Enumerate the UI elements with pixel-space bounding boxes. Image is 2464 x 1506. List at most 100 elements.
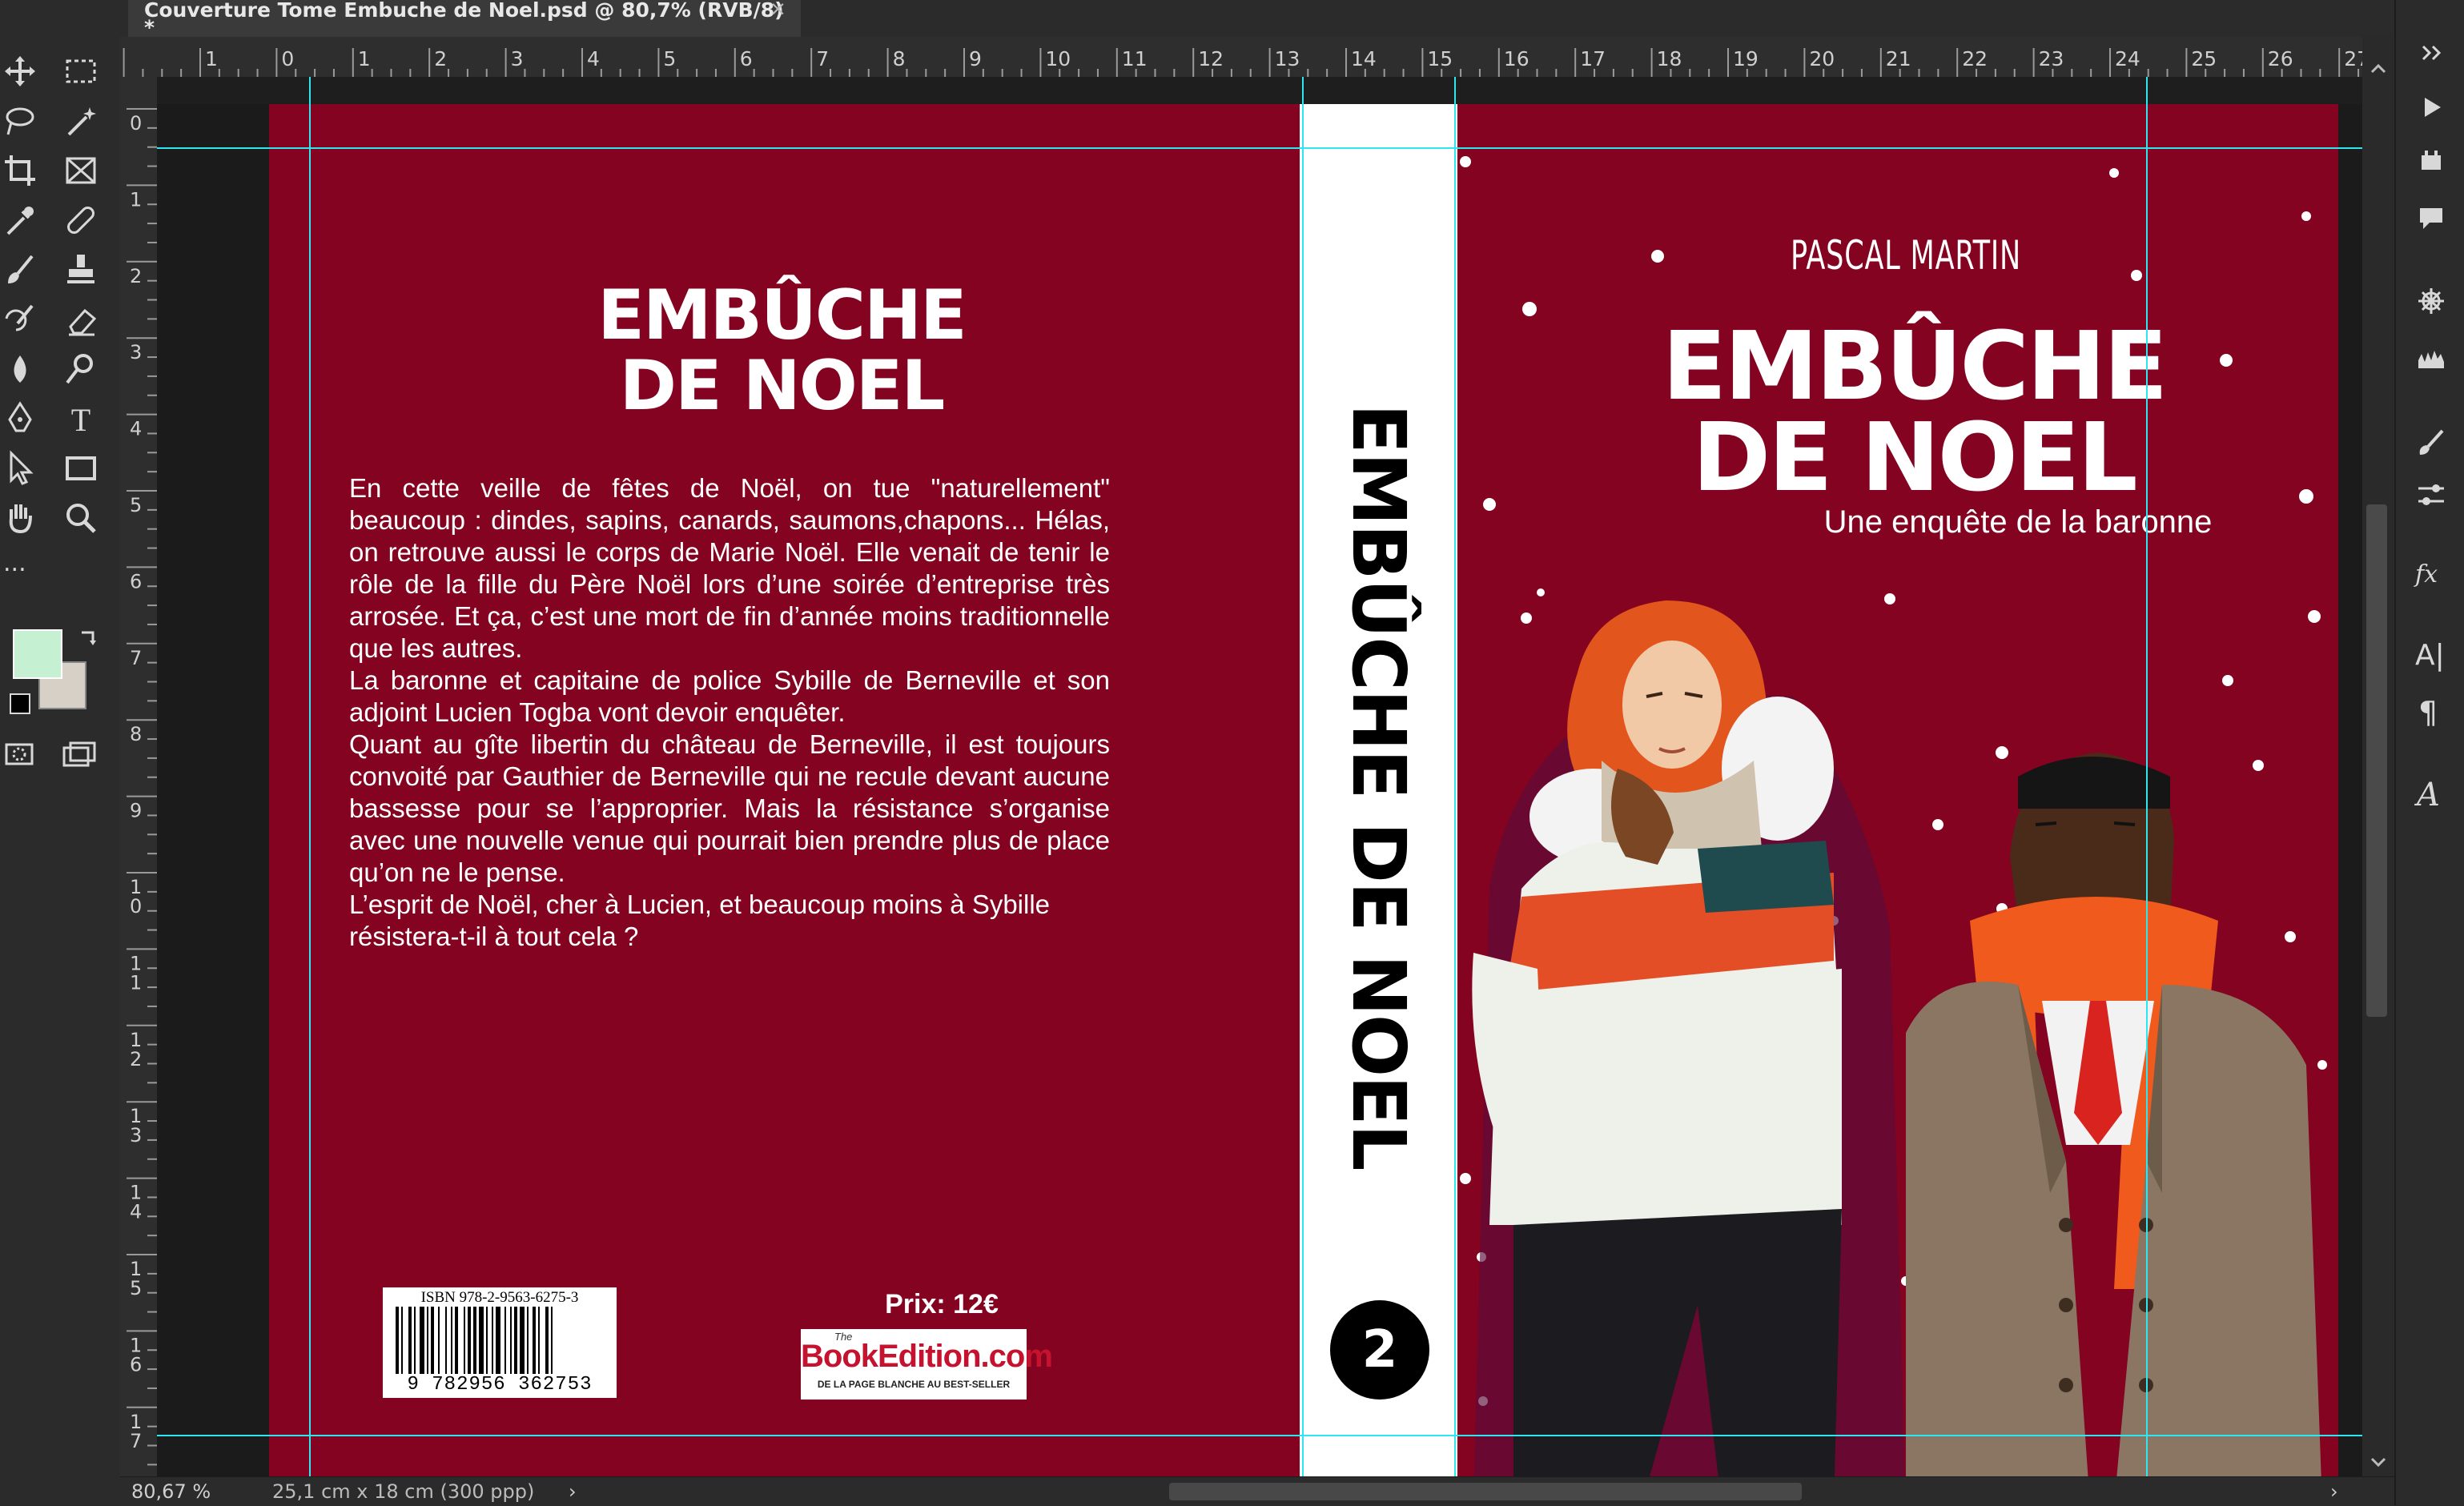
ruler-label: 2 bbox=[130, 1048, 142, 1070]
ruler-label: 1 bbox=[205, 47, 218, 70]
adjustments-icon[interactable] bbox=[2415, 479, 2447, 514]
zoom-level-field[interactable]: 80,67 % bbox=[131, 1477, 211, 1506]
lasso-tool-icon[interactable] bbox=[0, 101, 40, 141]
document-size-info[interactable]: 25,1 cm x 18 cm (300 ppp) bbox=[272, 1477, 534, 1506]
quick-mask-icon[interactable] bbox=[0, 738, 40, 773]
document-tab-title: Couverture Tome Embuche de Noel.psd @ 80… bbox=[144, 0, 784, 39]
front-title-line2: DE NOEL bbox=[1692, 402, 2138, 512]
publisher-logo-name: BookEdition.com bbox=[801, 1339, 1053, 1374]
blur-tool-icon[interactable] bbox=[0, 349, 40, 389]
stamp-tool-icon[interactable] bbox=[61, 250, 101, 290]
vertical-scrollbar-thumb[interactable] bbox=[2366, 504, 2387, 1017]
ruler-label: 20 bbox=[1809, 47, 1835, 70]
barcode-bar bbox=[527, 1307, 529, 1374]
back-cover: EMBÛCHE DE NOEL En cette veille de fêtes… bbox=[269, 104, 1300, 1505]
swap-colors-icon[interactable] bbox=[77, 626, 101, 653]
blurb-paragraph: En cette veille de fêtes de Noël, on tue… bbox=[349, 473, 1110, 663]
pen-tool-icon[interactable] bbox=[0, 399, 40, 439]
ruler-label: 8 bbox=[130, 723, 142, 745]
barcode-bar bbox=[408, 1307, 412, 1374]
barcode-bar bbox=[504, 1307, 506, 1374]
brush-settings-icon[interactable] bbox=[2415, 426, 2447, 461]
navigator-icon[interactable] bbox=[2415, 285, 2447, 320]
horizontal-ruler[interactable]: 1 0 1 2 3 4 5 6 7 8 9 10 11 12 13 14 15 16 17 18 19 20 21 22 23 2… bbox=[120, 37, 2386, 78]
type-tool-icon[interactable]: T bbox=[61, 399, 101, 439]
path-selection-tool-icon[interactable] bbox=[0, 448, 40, 488]
ruler-label: 3 bbox=[130, 1124, 142, 1147]
ruler-label: 10 bbox=[1045, 47, 1071, 70]
plugin-icon[interactable] bbox=[2415, 144, 2447, 179]
glyphs-icon[interactable]: A bbox=[2417, 777, 2449, 813]
ruler-label: 7 bbox=[130, 647, 142, 669]
ruler-label: 5 bbox=[130, 494, 142, 516]
dodge-tool-icon[interactable] bbox=[61, 349, 101, 389]
guide-horizontal-bottom[interactable] bbox=[157, 1435, 2362, 1436]
scroll-up-icon[interactable] bbox=[2362, 53, 2394, 85]
ruler-label: 1 bbox=[130, 188, 142, 211]
document-tab[interactable]: Couverture Tome Embuche de Noel.psd @ 80… bbox=[128, 0, 801, 39]
ruler-label: 0 bbox=[130, 895, 142, 918]
ruler-label: 6 bbox=[130, 570, 142, 592]
tools-panel: T ... bbox=[0, 37, 122, 1505]
barcode-bar bbox=[431, 1307, 434, 1374]
ruler-label: 15 bbox=[1427, 47, 1453, 70]
horizontal-ruler-ticks: 1 0 1 2 3 4 5 6 7 8 9 10 11 12 13 14 15 16 17 18 19 20 21 22 23 2… bbox=[123, 47, 2378, 77]
hand-tool-icon[interactable] bbox=[0, 498, 40, 538]
play-action-icon[interactable] bbox=[2415, 91, 2447, 127]
marquee-tool-icon[interactable] bbox=[61, 51, 101, 91]
eyedropper-tool-icon[interactable] bbox=[0, 200, 40, 240]
collapse-panels-icon[interactable] bbox=[2415, 37, 2447, 72]
scroll-down-icon[interactable] bbox=[2362, 1446, 2394, 1478]
comments-icon[interactable] bbox=[2415, 202, 2447, 237]
ruler-label: 3 bbox=[511, 47, 524, 70]
guide-vertical-spine-left[interactable] bbox=[1302, 77, 1304, 1476]
fx-styles-icon[interactable]: fx bbox=[2415, 560, 2447, 592]
healing-brush-tool-icon[interactable] bbox=[61, 200, 101, 240]
screen-mode-icon[interactable] bbox=[59, 738, 99, 773]
vertical-ruler[interactable]: 01234567891011121314151617 bbox=[120, 77, 158, 1476]
more-tools-icon[interactable]: ... bbox=[3, 549, 26, 577]
histogram-icon[interactable] bbox=[2415, 343, 2447, 378]
guide-vertical-spine-right[interactable] bbox=[1454, 77, 1456, 1476]
publisher-logo-tagline: DE LA PAGE BLANCHE AU BEST-SELLER bbox=[817, 1379, 1011, 1390]
barcode-bar bbox=[464, 1307, 465, 1374]
document-tab-bar: Couverture Tome Embuche de Noel.psd @ 80… bbox=[0, 0, 2394, 38]
history-brush-tool-icon[interactable] bbox=[0, 299, 40, 339]
front-cover: PASCAL MARTIN EMBÛCHE DE NOEL Une enquêt… bbox=[1457, 104, 2338, 1505]
ruler-label: 18 bbox=[1657, 47, 1682, 70]
ruler-label: 24 bbox=[2115, 47, 2140, 70]
price-label: Prix: 12€ bbox=[885, 1289, 999, 1319]
magic-wand-tool-icon[interactable] bbox=[61, 101, 101, 141]
paragraph-icon[interactable]: ¶ bbox=[2418, 695, 2450, 730]
default-colors-icon[interactable] bbox=[10, 693, 30, 714]
ruler-label: 14 bbox=[1351, 47, 1377, 70]
rectangle-tool-icon[interactable] bbox=[61, 448, 101, 488]
barcode-bar bbox=[538, 1307, 540, 1374]
front-cover-title: EMBÛCHE DE NOEL bbox=[1634, 311, 2194, 512]
barcode-bar bbox=[468, 1307, 471, 1374]
ruler-label: 5 bbox=[130, 1277, 142, 1299]
crop-tool-icon[interactable] bbox=[0, 151, 40, 191]
brush-tool-icon[interactable] bbox=[0, 250, 40, 290]
ruler-label: 3 bbox=[130, 341, 142, 363]
eraser-tool-icon[interactable] bbox=[61, 299, 101, 339]
hscroll-right-icon[interactable]: › bbox=[2330, 1477, 2338, 1506]
canvas-area[interactable]: EMBÛCHE DE NOEL En cette veille de fêtes… bbox=[157, 77, 2362, 1505]
front-title-line1: EMBÛCHE bbox=[1662, 311, 2169, 421]
barcode-bar bbox=[496, 1307, 500, 1374]
ruler-label: 0 bbox=[130, 112, 142, 135]
foreground-color-front[interactable] bbox=[13, 629, 62, 679]
panel-dock: fx A| ¶ A bbox=[2394, 0, 2464, 1505]
guide-vertical-front-margin[interactable] bbox=[2146, 77, 2148, 1476]
move-tool-icon[interactable] bbox=[0, 51, 40, 91]
close-tab-icon[interactable]: × bbox=[770, 0, 786, 18]
guide-horizontal-top[interactable] bbox=[157, 147, 2362, 149]
frame-tool-icon[interactable] bbox=[61, 151, 101, 191]
zoom-tool-icon[interactable] bbox=[61, 498, 101, 538]
horizontal-scrollbar-thumb[interactable] bbox=[1169, 1483, 1802, 1500]
ruler-label: 16 bbox=[1504, 47, 1529, 70]
character-icon[interactable]: A| bbox=[2415, 639, 2447, 672]
status-menu-arrow-icon[interactable]: › bbox=[569, 1477, 577, 1506]
ruler-label: 1 bbox=[358, 47, 371, 70]
guide-vertical-back-margin[interactable] bbox=[309, 77, 311, 1476]
